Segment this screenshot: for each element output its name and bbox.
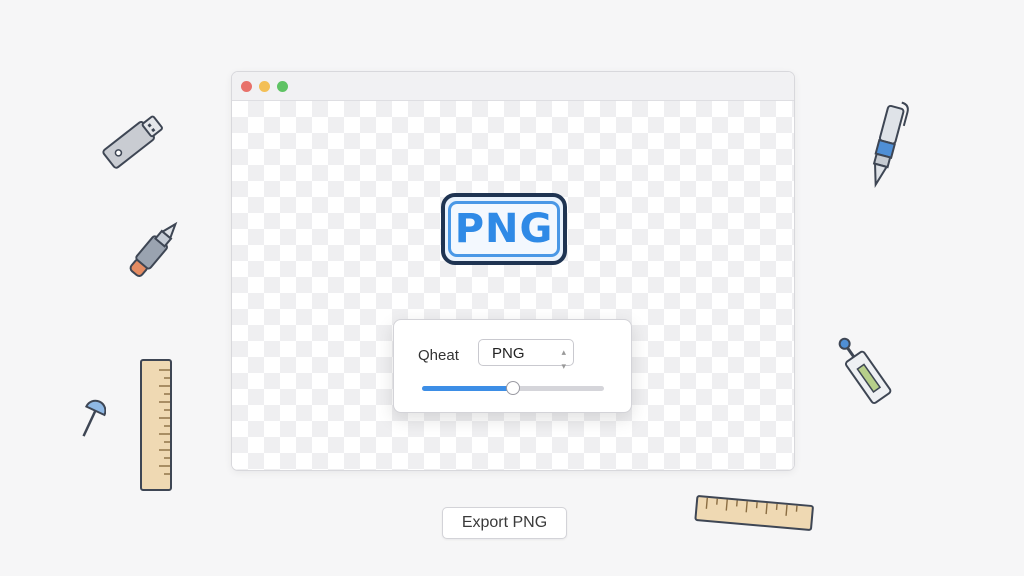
quality-slider[interactable] (422, 381, 604, 395)
zoom-window-button[interactable] (277, 80, 288, 92)
technical-pen-icon (872, 101, 909, 188)
export-options-panel: Qheat PNG ▴ ▾ (393, 319, 632, 413)
transparent-canvas: PNG Qheat PNG ▴ ▾ (232, 101, 794, 470)
format-select-value: PNG (492, 345, 525, 362)
usb-drive-icon (102, 115, 163, 169)
ruler-icon (140, 359, 172, 491)
marker-pen-icon (129, 221, 178, 277)
pushpin-icon (82, 399, 106, 437)
minimize-window-button[interactable] (259, 80, 270, 92)
ruler-icon (694, 495, 814, 531)
tester-probe-icon (838, 337, 892, 404)
close-window-button[interactable] (241, 80, 252, 92)
window-titlebar (232, 72, 794, 101)
format-label: Qheat (418, 347, 459, 364)
png-badge-text: PNG (454, 206, 554, 252)
quality-slider-fill (422, 386, 513, 391)
updown-chevron-icon: ▴ ▾ (561, 347, 566, 371)
app-window: PNG Qheat PNG ▴ ▾ (231, 71, 795, 471)
png-badge-frame: PNG (448, 201, 560, 257)
export-png-button[interactable]: Export PNG (442, 507, 567, 539)
png-preview-badge: PNG (441, 193, 567, 265)
format-select[interactable]: PNG ▴ ▾ (478, 339, 574, 371)
quality-slider-thumb[interactable] (506, 381, 520, 395)
